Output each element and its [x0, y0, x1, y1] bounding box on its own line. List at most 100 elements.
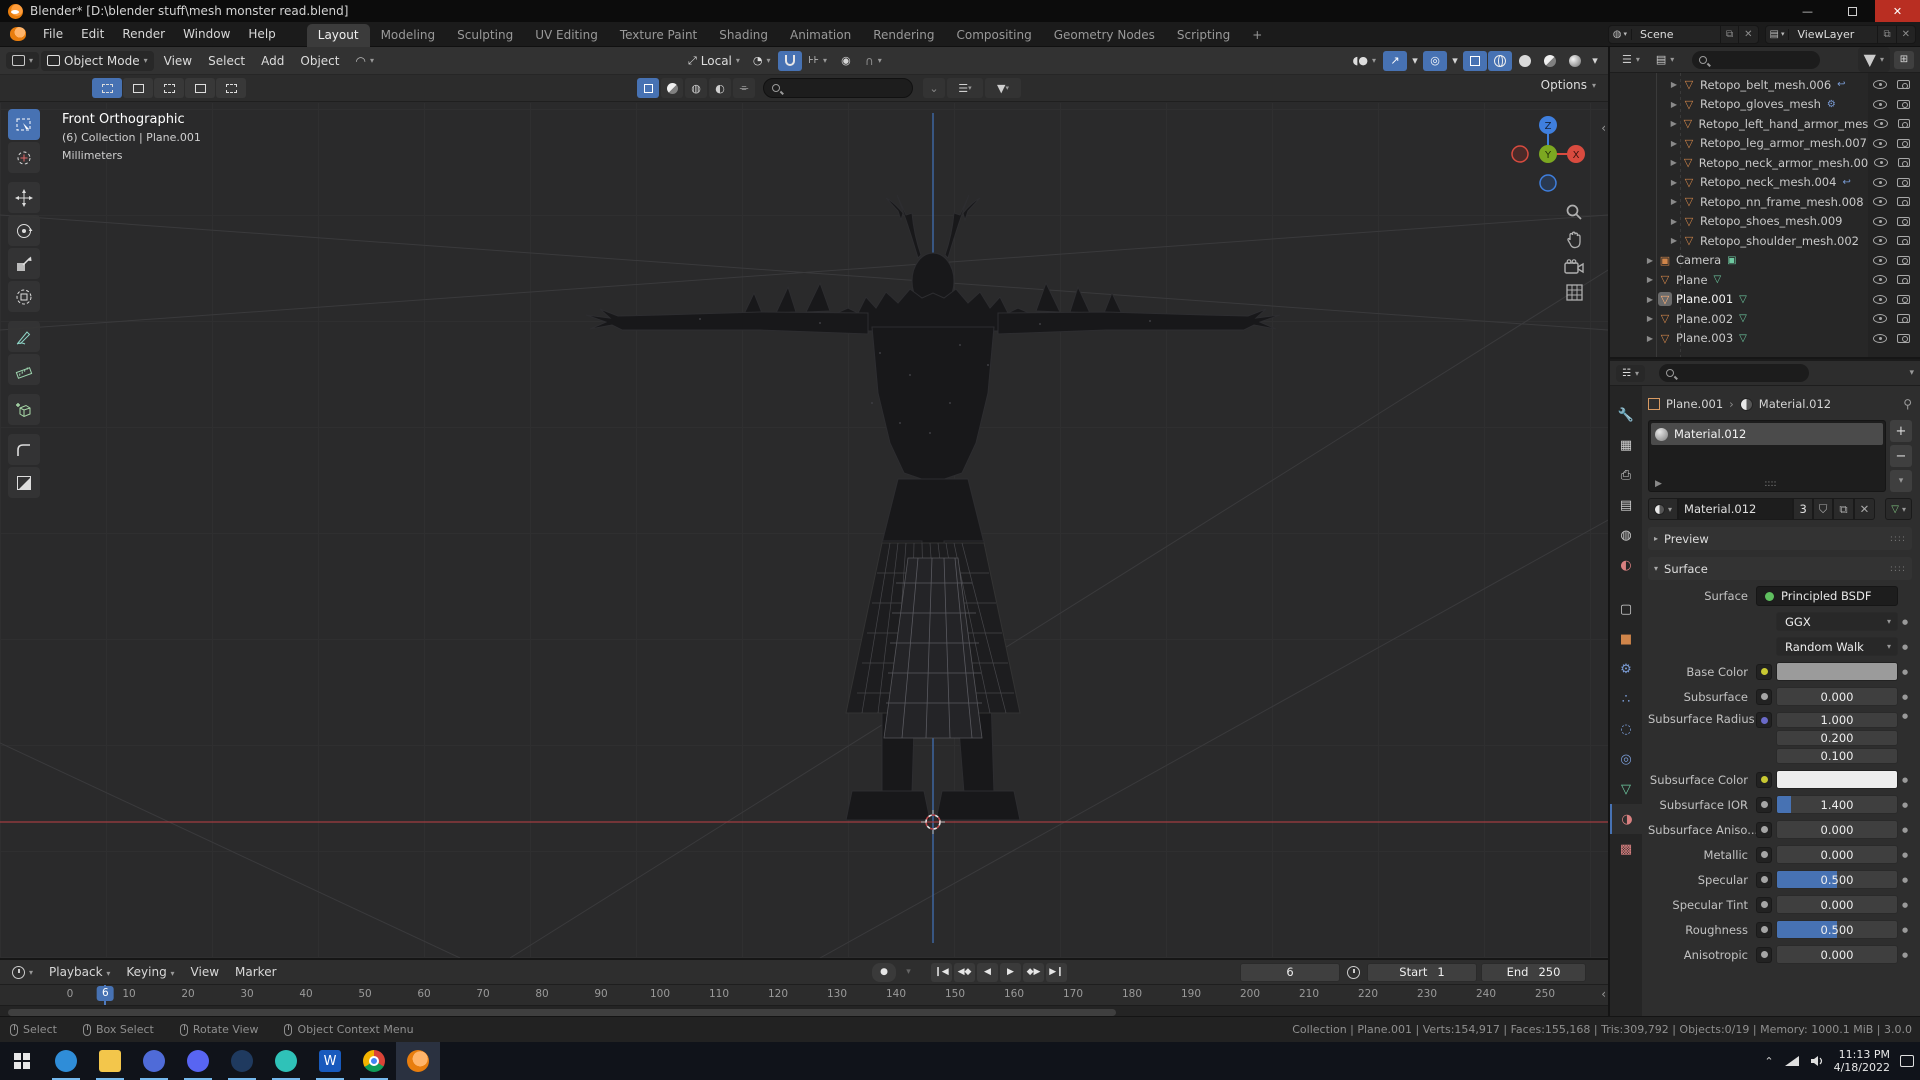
tool-measure[interactable]	[8, 354, 40, 385]
maximize-button[interactable]	[1830, 0, 1875, 22]
workspace-tab-uv-editing[interactable]: UV Editing	[524, 24, 609, 47]
filter-material-icon[interactable]	[661, 78, 683, 98]
viewport-menu-add[interactable]: Add	[253, 51, 292, 71]
hide-in-viewport-toggle[interactable]	[1873, 314, 1887, 324]
node-filter-dropdown[interactable]: ▽ ▾	[1885, 498, 1912, 520]
zoom-icon[interactable]	[1565, 203, 1583, 221]
object-name[interactable]: Plane	[1676, 273, 1708, 287]
properties-tab-world[interactable]: ◐	[1610, 550, 1642, 580]
scene-icon[interactable]: ◍ ▾	[1609, 28, 1632, 40]
end-frame-field[interactable]: End 250	[1481, 962, 1586, 982]
play-button[interactable]: ▶	[1000, 962, 1021, 982]
scene-name[interactable]: Scene	[1632, 28, 1720, 41]
animate-property-dot[interactable]: ●	[1898, 693, 1912, 701]
editor-type-dropdown[interactable]: ▾	[6, 52, 40, 69]
disable-in-renders-toggle[interactable]	[1897, 216, 1910, 226]
object-name[interactable]: Plane.001	[1676, 292, 1733, 306]
copy-material-icon[interactable]: ⧉	[1833, 498, 1854, 520]
taskbar-app-chrome[interactable]	[352, 1042, 396, 1080]
properties-tab-particles[interactable]: ∴	[1610, 684, 1642, 714]
tool-backdrop[interactable]	[8, 467, 40, 498]
hide-in-viewport-toggle[interactable]	[1873, 80, 1887, 90]
expand-arrow-icon[interactable]: ▶	[1644, 334, 1656, 343]
workspace-tab-modeling[interactable]: Modeling	[370, 24, 447, 47]
clock[interactable]: 11:13 PM 4/18/2022	[1834, 1048, 1890, 1074]
timeline-scrollbar[interactable]	[8, 1009, 1116, 1016]
object-name[interactable]: Plane.002	[1676, 312, 1733, 326]
object-name[interactable]: Camera	[1676, 253, 1721, 267]
object-name[interactable]: Retopo_nn_frame_mesh.008	[1700, 195, 1864, 209]
properties-tab-output[interactable]: ⎙	[1610, 460, 1642, 490]
filter-dropdown[interactable]: ▼ ▾	[985, 78, 1021, 98]
hide-in-viewport-toggle[interactable]	[1873, 177, 1887, 187]
disable-in-renders-toggle[interactable]	[1897, 333, 1910, 343]
enum-dropdown[interactable]: GGX ▾	[1776, 612, 1898, 631]
start-button[interactable]	[0, 1042, 44, 1080]
camera-view-icon[interactable]	[1564, 259, 1584, 274]
object-name[interactable]: Retopo_leg_armor_mesh.007	[1700, 136, 1867, 150]
falloff-dropdown[interactable]: ∩ ▾	[859, 51, 888, 71]
menu-help[interactable]: Help	[239, 24, 284, 44]
hide-in-viewport-toggle[interactable]	[1873, 99, 1887, 109]
timeline-editor-dropdown[interactable]: ▾	[6, 963, 39, 982]
expand-arrow-icon[interactable]: ▶	[1668, 80, 1680, 89]
filter-world-icon[interactable]: ◐	[709, 78, 731, 98]
outliner-item[interactable]: ▶ ▽ Plane.001 ▽	[1610, 290, 1920, 310]
search-input[interactable]	[763, 78, 913, 98]
object-name[interactable]: Retopo_gloves_mesh	[1700, 97, 1821, 111]
taskbar-app-word[interactable]: W	[308, 1042, 352, 1080]
outliner-item[interactable]: ▶ ▽ Retopo_leg_armor_mesh.007	[1610, 134, 1920, 154]
select-mode-set[interactable]	[92, 78, 122, 98]
timeline-collapse-arrow[interactable]: ‹	[1601, 987, 1606, 1001]
expand-arrow-icon[interactable]: ▶	[1668, 217, 1680, 226]
outliner-filter-type-dropdown[interactable]: ▤ ▾	[1650, 50, 1680, 69]
slot-expand-icon[interactable]: ▶	[1655, 479, 1662, 489]
hide-in-viewport-toggle[interactable]	[1873, 275, 1887, 285]
taskbar-app-blender[interactable]	[396, 1042, 440, 1080]
properties-tab-material[interactable]: ◑	[1610, 804, 1642, 834]
animate-property-dot[interactable]: ●	[1898, 643, 1912, 651]
properties-tab-constraints[interactable]: ◎	[1610, 744, 1642, 774]
object-name[interactable]: Retopo_belt_mesh.006	[1700, 78, 1831, 92]
gizmo-dropdown[interactable]: ▾	[1408, 51, 1422, 71]
outliner-item[interactable]: ▶ ▽ Retopo_shoulder_mesh.002	[1610, 231, 1920, 251]
tool-add-cube[interactable]	[8, 394, 40, 425]
value-slider[interactable]: 0.000	[1776, 845, 1898, 864]
enum-dropdown[interactable]: Random Walk ▾	[1776, 637, 1898, 656]
outliner-item[interactable]: ▶ ▽ Retopo_nn_frame_mesh.008	[1610, 192, 1920, 212]
expand-arrow-icon[interactable]: ▶	[1668, 178, 1680, 187]
expand-arrow-icon[interactable]: ▶	[1668, 119, 1679, 128]
value-slider[interactable]: 0.000	[1776, 687, 1898, 706]
disable-in-renders-toggle[interactable]	[1897, 197, 1910, 207]
properties-options-dropdown[interactable]: ▾	[1909, 368, 1914, 378]
hide-in-viewport-toggle[interactable]	[1873, 236, 1887, 246]
timeline-menu-playback[interactable]: Playback ▾	[41, 962, 118, 982]
viewport-canvas[interactable]: Front Orthographic (6) Collection | Plan…	[0, 103, 1608, 958]
unlink-material-icon[interactable]: ✕	[1853, 498, 1876, 520]
navigation-gizmo[interactable]: Z X Y	[1506, 109, 1590, 199]
hide-in-viewport-toggle[interactable]	[1873, 197, 1887, 207]
properties-tab-collection[interactable]: ▢	[1610, 594, 1642, 624]
breadcrumb-object[interactable]: Plane.001	[1666, 397, 1723, 411]
select-mode-invert[interactable]	[185, 78, 215, 98]
add-slot-button[interactable]: +	[1890, 420, 1912, 442]
object-name[interactable]: Retopo_left_hand_armor_mes	[1699, 117, 1869, 131]
animate-property-dot[interactable]: ●	[1898, 712, 1912, 720]
select-mode-intersect[interactable]	[216, 78, 246, 98]
properties-tab-data[interactable]: ▽	[1610, 774, 1642, 804]
network-icon[interactable]	[1784, 1055, 1800, 1067]
disable-in-renders-toggle[interactable]	[1897, 275, 1910, 285]
blender-menu-icon[interactable]	[10, 27, 26, 41]
workspace-tab-scripting[interactable]: Scripting	[1166, 24, 1241, 47]
taskbar-app-file-explorer[interactable]	[88, 1042, 132, 1080]
color-swatch[interactable]	[1776, 662, 1898, 681]
workspace-tab-shading[interactable]: Shading	[708, 24, 779, 47]
pan-hand-icon[interactable]	[1565, 231, 1583, 249]
value-slider[interactable]: 0.500	[1776, 870, 1898, 889]
properties-tab-viewlayer[interactable]: ▤	[1610, 490, 1642, 520]
viewlayer-name[interactable]: ViewLayer	[1789, 28, 1877, 41]
tool-scale[interactable]	[8, 248, 40, 279]
snap-toggle[interactable]	[777, 50, 802, 71]
keying-set-dropdown[interactable]: ▾	[898, 963, 919, 982]
slot-specials-dropdown[interactable]: ▾	[1890, 470, 1912, 492]
